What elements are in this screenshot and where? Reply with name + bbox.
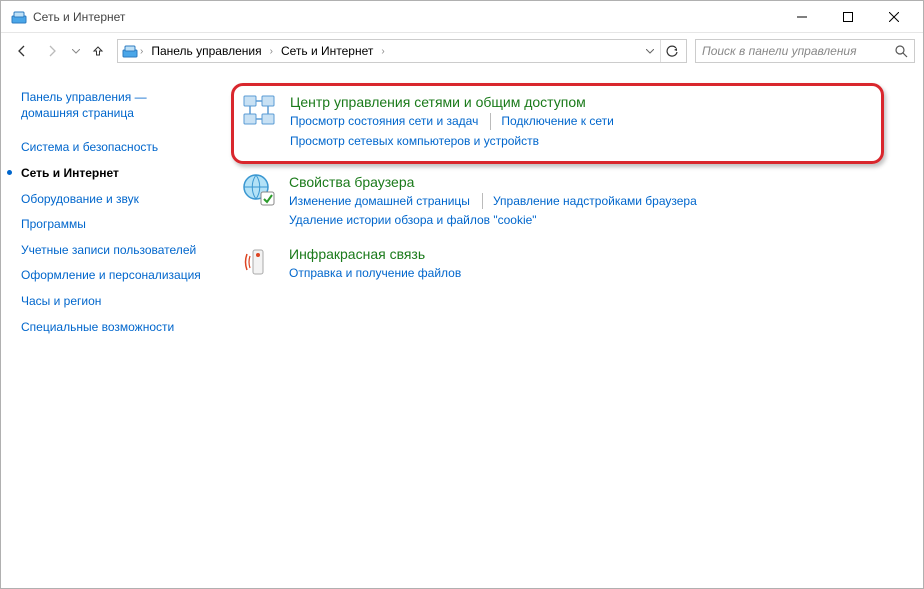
sidebar-item-programs[interactable]: Программы	[21, 212, 203, 238]
content-area: Панель управления — домашняя страница Си…	[1, 69, 923, 588]
search-box[interactable]: Поиск в панели управления	[695, 39, 915, 63]
address-icon	[122, 43, 138, 59]
category-network-center: Центр управления сетями и общим доступом…	[242, 92, 863, 153]
internet-options-title[interactable]: Свойства браузера	[289, 174, 903, 190]
category-infrared: Инфракрасная связь Отправка и получение …	[241, 244, 903, 285]
window-icon	[11, 9, 27, 25]
history-dropdown[interactable]	[69, 49, 83, 54]
link-delete-history[interactable]: Удаление истории обзора и файлов "cookie…	[289, 212, 537, 229]
sidebar-item-network[interactable]: Сеть и Интернет	[21, 161, 203, 187]
network-center-title[interactable]: Центр управления сетями и общим доступом	[290, 94, 863, 110]
window-title: Сеть и Интернет	[33, 10, 125, 24]
main-panel: Центр управления сетями и общим доступом…	[211, 69, 923, 588]
breadcrumb-current[interactable]: Сеть и Интернет	[275, 44, 379, 58]
sidebar-item-clock[interactable]: Часы и регион	[21, 289, 203, 315]
address-dropdown[interactable]	[640, 49, 660, 54]
sidebar-item-hardware[interactable]: Оборудование и звук	[21, 187, 203, 213]
internet-options-icon	[241, 172, 277, 208]
sidebar: Панель управления — домашняя страница Си…	[1, 69, 211, 588]
up-button[interactable]	[87, 38, 109, 64]
link-send-receive-files[interactable]: Отправка и получение файлов	[289, 265, 461, 282]
control-panel-window: Сеть и Интернет	[0, 0, 924, 589]
link-view-status[interactable]: Просмотр состояния сети и задач	[290, 113, 491, 130]
search-placeholder: Поиск в панели управления	[702, 44, 895, 58]
network-center-icon	[242, 92, 278, 128]
close-button[interactable]	[871, 2, 917, 32]
infrared-title[interactable]: Инфракрасная связь	[289, 246, 903, 262]
titlebar: Сеть и Интернет	[1, 1, 923, 33]
chevron-right-icon: ›	[268, 46, 275, 57]
sidebar-item-accessibility[interactable]: Специальные возможности	[21, 315, 203, 341]
search-icon	[895, 45, 908, 58]
link-connect-network[interactable]: Подключение к сети	[501, 113, 613, 130]
link-manage-addons[interactable]: Управление надстройками браузера	[493, 193, 697, 210]
link-view-computers[interactable]: Просмотр сетевых компьютеров и устройств	[290, 133, 539, 150]
category-internet-options: Свойства браузера Изменение домашней стр…	[241, 172, 903, 233]
refresh-button[interactable]	[660, 40, 684, 62]
sidebar-item-appearance[interactable]: Оформление и персонализация	[21, 263, 203, 289]
address-bar[interactable]: › Панель управления › Сеть и Интернет ›	[117, 39, 687, 63]
sidebar-home-link[interactable]: Панель управления — домашняя страница	[21, 89, 203, 121]
sidebar-item-system[interactable]: Система и безопасность	[21, 135, 203, 161]
chevron-right-icon: ›	[379, 46, 386, 57]
forward-button[interactable]	[39, 38, 65, 64]
window-controls	[779, 2, 917, 32]
sidebar-item-accounts[interactable]: Учетные записи пользователей	[21, 238, 203, 264]
breadcrumb-root[interactable]: Панель управления	[145, 44, 267, 58]
back-button[interactable]	[9, 38, 35, 64]
infrared-icon	[241, 244, 277, 280]
highlighted-section: Центр управления сетями и общим доступом…	[231, 83, 884, 164]
minimize-button[interactable]	[779, 2, 825, 32]
maximize-button[interactable]	[825, 2, 871, 32]
nav-toolbar: › Панель управления › Сеть и Интернет › …	[1, 33, 923, 69]
chevron-right-icon: ›	[138, 46, 145, 57]
link-change-homepage[interactable]: Изменение домашней страницы	[289, 193, 483, 210]
